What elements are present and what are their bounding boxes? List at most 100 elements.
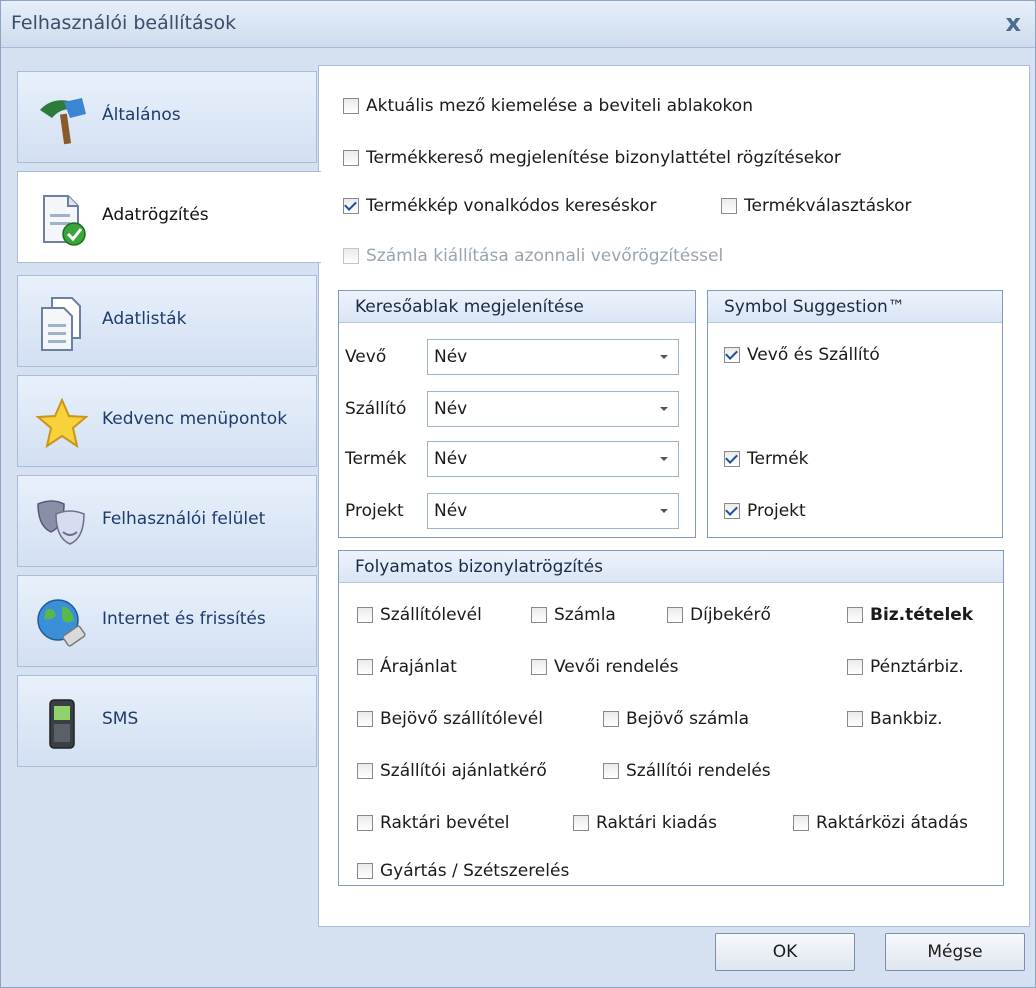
content-panel: Aktuális mező kiemelése a beviteli ablak… [318, 65, 1030, 927]
checkbox-label: Pénztárbiz. [870, 657, 964, 677]
sidebar-item-kedvenc[interactable]: Kedvenc menüpontok [17, 375, 317, 467]
cancel-button[interactable]: Mégse [885, 933, 1025, 971]
dropdown-arrow-icon [660, 457, 668, 461]
checkbox-label: Vevő és Szállító [747, 345, 880, 365]
cb-bejovo-szallitolevel[interactable]: Bejövő szállítólevél [357, 709, 543, 729]
checkbox-box [724, 503, 740, 519]
checkbox-box [667, 607, 683, 623]
row-label-termek: Termék [345, 449, 407, 469]
sidebar-item-label: Adatlisták [102, 309, 187, 329]
cb-bankbiz[interactable]: Bankbiz. [847, 709, 943, 729]
checkbox-box [357, 659, 373, 675]
dropdown-arrow-icon [660, 355, 668, 359]
highlight-field-checkbox[interactable]: Aktuális mező kiemelése a beviteli ablak… [343, 96, 753, 116]
cb-raktari-bevetel[interactable]: Raktári bevétel [357, 813, 510, 833]
checkbox-label: Projekt [747, 501, 806, 521]
group-title: Symbol Suggestion™ [724, 297, 905, 317]
group-title: Folyamatos bizonylatrögzítés [355, 557, 603, 577]
cb-szallitoi-rendeles[interactable]: Szállítói rendelés [603, 761, 771, 781]
checkbox-label: Árajánlat [380, 657, 457, 677]
cb-arajanlat[interactable]: Árajánlat [357, 657, 457, 677]
checkbox-label: Szállítói ajánlatkérő [380, 761, 547, 781]
row-label-vevo: Vevő [345, 347, 387, 367]
checkbox-box [343, 98, 359, 114]
checkbox-box [603, 711, 619, 727]
szallito-combo[interactable]: Név [427, 391, 679, 427]
checkbox-box [357, 815, 373, 831]
combo-value: Név [434, 399, 468, 419]
checkbox-box [357, 607, 373, 623]
continuous-entry-group: Folyamatos bizonylatrögzítés Szállítólev… [338, 550, 1004, 886]
combo-value: Név [434, 449, 468, 469]
settings-window: Felhasználói beállítások x Általános Ada… [0, 0, 1036, 988]
checkbox-box [793, 815, 809, 831]
checkbox-box [724, 451, 740, 467]
checkbox-label: Szállítói rendelés [626, 761, 771, 781]
sidebar-item-label: Kedvenc menüpontok [102, 409, 288, 429]
checkbox-label: Termékválasztáskor [744, 196, 912, 216]
product-finder-checkbox[interactable]: Termékkereső megjelenítése bizonylattéte… [343, 148, 841, 168]
ok-button[interactable]: OK [715, 933, 855, 971]
termek-combo[interactable]: Név [427, 441, 679, 477]
checkbox-box [847, 607, 863, 623]
masks-icon [37, 500, 85, 545]
group-header: Folyamatos bizonylatrögzítés [339, 551, 1003, 583]
product-selection-checkbox[interactable]: Termékválasztáskor [721, 196, 911, 216]
row-label-projekt: Projekt [345, 501, 404, 521]
cb-biz-tetelek[interactable]: Biz.tételek [847, 605, 973, 625]
globe-plug-icon [37, 599, 86, 647]
combo-value: Név [434, 347, 468, 367]
projekt-combo[interactable]: Név [427, 493, 679, 529]
sidebar-item-altalanos[interactable]: Általános [17, 71, 317, 163]
checkbox-label: Biz.tételek [870, 605, 974, 625]
group-title: Keresőablak megjelenítése [355, 297, 584, 317]
cb-bejovo-szamla[interactable]: Bejövő számla [603, 709, 749, 729]
sidebar-item-internet[interactable]: Internet és frissítés [17, 575, 317, 667]
symbol-product-checkbox[interactable]: Termék [724, 449, 809, 469]
group-header: Keresőablak megjelenítése [339, 291, 695, 323]
cb-raktari-kiadas[interactable]: Raktári kiadás [573, 813, 717, 833]
cb-vevoi-rendeles[interactable]: Vevői rendelés [531, 657, 679, 677]
checkbox-box [531, 659, 547, 675]
sidebar-item-label: Általános [102, 105, 181, 125]
product-image-barcode-checkbox[interactable]: Termékkép vonalkódos kereséskor [343, 196, 656, 216]
combo-value: Név [434, 501, 468, 521]
sidebar-item-label: Felhasználói felület [102, 509, 266, 529]
row-label-szallito: Szállító [345, 399, 407, 419]
checkbox-label: Vevői rendelés [554, 657, 679, 677]
cb-szallitoi-ajanlatkero[interactable]: Szállítói ajánlatkérő [357, 761, 547, 781]
checkbox-box [847, 659, 863, 675]
window-title: Felhasználói beállítások [11, 12, 237, 34]
checkbox-label: Bejövő számla [626, 709, 750, 729]
symbol-project-checkbox[interactable]: Projekt [724, 501, 806, 521]
sidebar-item-label: SMS [102, 709, 139, 729]
cb-penztarbiz[interactable]: Pénztárbiz. [847, 657, 964, 677]
sidebar-item-label: Internet és frissítés [102, 609, 266, 629]
checkbox-box [343, 248, 359, 264]
cb-szallitolevel[interactable]: Szállítólevél [357, 605, 482, 625]
cb-raktarkozi-atadas[interactable]: Raktárközi átadás [793, 813, 968, 833]
checkbox-label: Bejövő szállítólevél [380, 709, 543, 729]
checkbox-box [343, 150, 359, 166]
cb-szamla[interactable]: Számla [531, 605, 616, 625]
checkbox-box [357, 863, 373, 879]
cb-dijbekero[interactable]: Díjbekérő [667, 605, 771, 625]
sidebar-item-sms[interactable]: SMS [17, 675, 317, 767]
close-icon[interactable]: x [1006, 9, 1021, 37]
cb-gyartas[interactable]: Gyártás / Szétszerelés [357, 861, 569, 881]
dropdown-arrow-icon [660, 407, 668, 411]
sidebar-item-label: Adatrögzítés [102, 205, 209, 225]
sidebar-item-adatrogzites[interactable]: Adatrögzítés [17, 171, 321, 263]
checkbox-label: Raktárközi átadás [816, 813, 969, 833]
vevo-combo[interactable]: Név [427, 339, 679, 375]
title-bar: Felhasználói beállítások x [1, 1, 1035, 48]
checkbox-label: Termékkép vonalkódos kereséskor [366, 196, 657, 216]
checkbox-label: Díjbekérő [690, 605, 771, 625]
sidebar-item-adatlistak[interactable]: Adatlisták [17, 275, 317, 367]
checkbox-box [724, 347, 740, 363]
symbol-customer-supplier-checkbox[interactable]: Vevő és Szállító [724, 345, 880, 365]
checkbox-box [531, 607, 547, 623]
checkbox-label: Termék [747, 449, 809, 469]
sidebar-item-felulet[interactable]: Felhasználói felület [17, 475, 317, 567]
checkbox-label: Számla [554, 605, 616, 625]
